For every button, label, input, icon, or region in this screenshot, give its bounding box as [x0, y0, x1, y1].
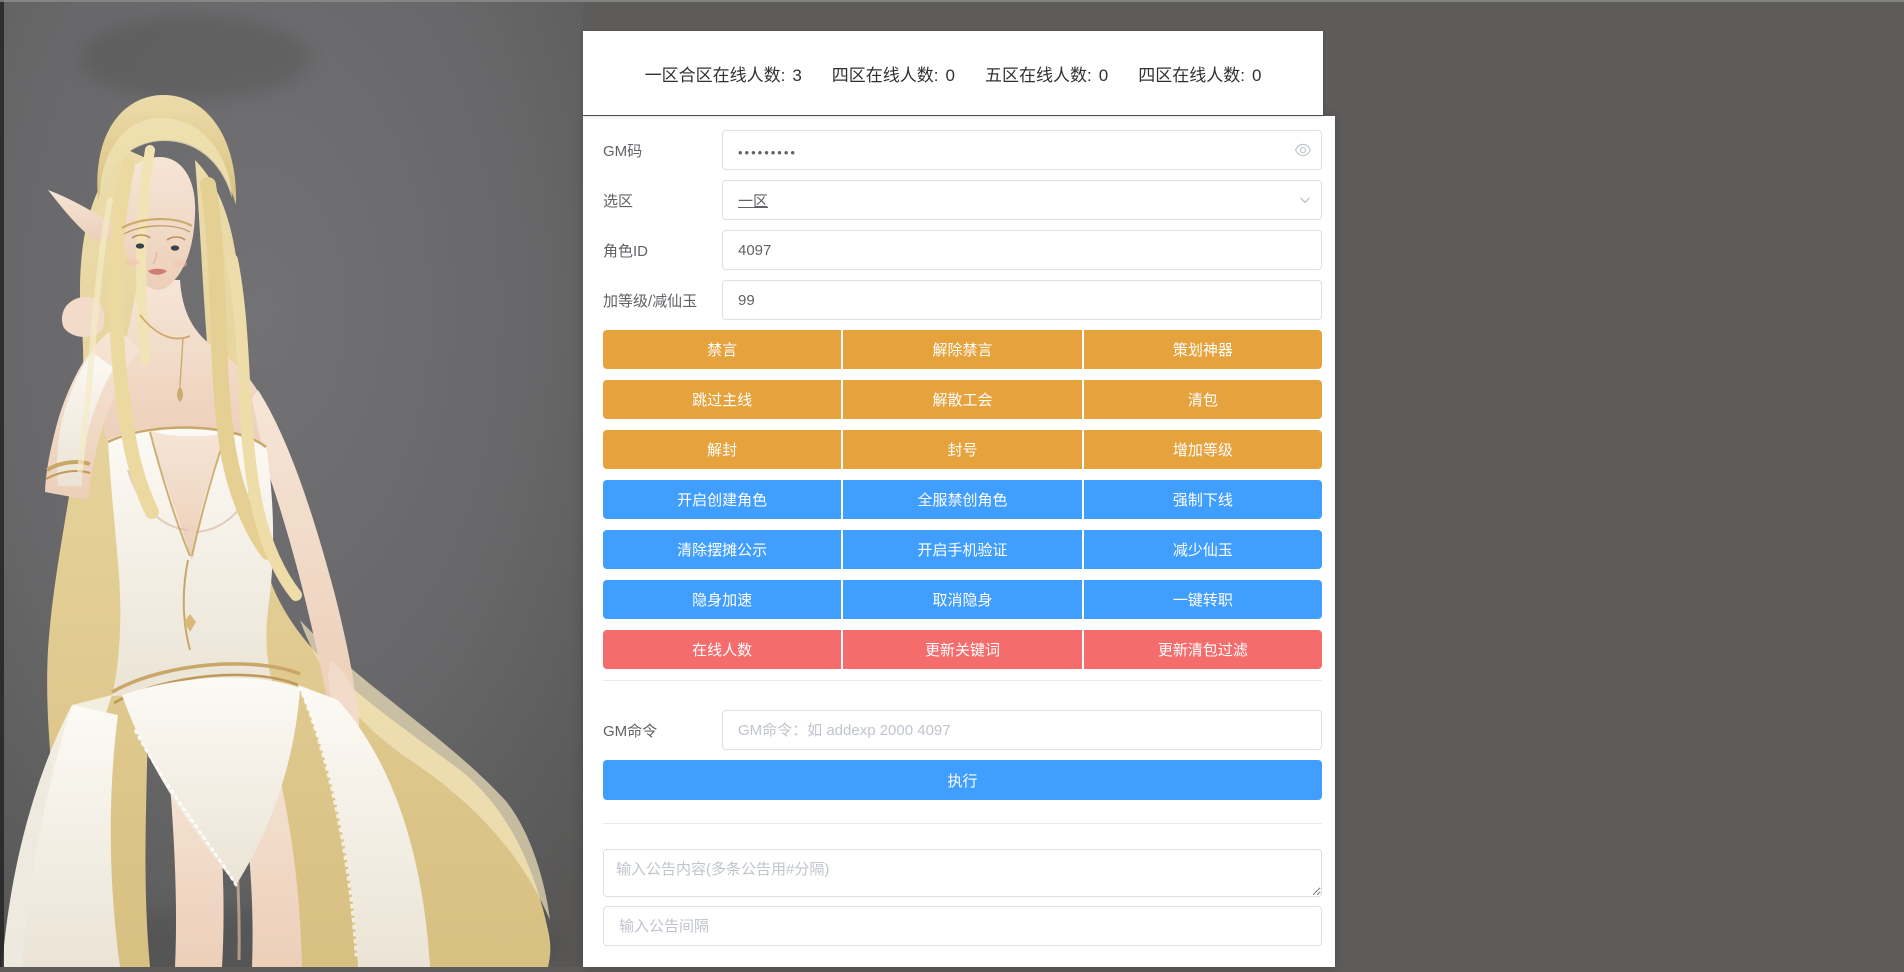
role-id-label: 角色ID	[603, 240, 722, 261]
gm-command-label: GM命令	[603, 720, 722, 741]
stat-value: 0	[946, 66, 955, 86]
unmute-button[interactable]: 解除禁言	[843, 330, 1081, 369]
add-level-button[interactable]: 增加等级	[1084, 430, 1322, 469]
gm-command-row: GM命令	[603, 710, 1322, 750]
action-button-row: 在线人数 更新关键词 更新清包过滤	[603, 630, 1322, 669]
reduce-jade-button[interactable]: 减少仙玉	[1084, 530, 1322, 569]
gm-code-label: GM码	[603, 140, 722, 161]
designer-tool-button[interactable]: 策划神器	[1084, 330, 1322, 369]
section-divider	[603, 680, 1322, 681]
cancel-stealth-button[interactable]: 取消隐身	[843, 580, 1081, 619]
forbid-create-role-button[interactable]: 全服禁创角色	[843, 480, 1081, 519]
stat-value: 3	[792, 66, 801, 86]
online-count-stat: 四区在线人数: 0	[1138, 61, 1261, 86]
role-id-input[interactable]	[722, 230, 1322, 270]
unban-button[interactable]: 解封	[603, 430, 841, 469]
clear-bag-button[interactable]: 清包	[1084, 380, 1322, 419]
one-key-job-change-button[interactable]: 一键转职	[1084, 580, 1322, 619]
action-button-row: 禁言 解除禁言 策划神器	[603, 330, 1322, 369]
level-jade-input[interactable]	[722, 280, 1322, 320]
section-divider	[603, 823, 1322, 824]
clear-stall-notice-button[interactable]: 清除摆摊公示	[603, 530, 841, 569]
ban-button[interactable]: 封号	[843, 430, 1081, 469]
online-count-stat: 一区合区在线人数: 3	[645, 61, 802, 86]
online-stats-bar: 一区合区在线人数: 3 四区在线人数: 0 五区在线人数: 0 四区在线人数: …	[583, 31, 1323, 115]
stat-label: 一区合区在线人数:	[645, 61, 786, 86]
stat-label: 五区在线人数:	[985, 61, 1092, 86]
action-button-row: 跳过主线 解散工会 清包	[603, 380, 1322, 419]
server-select-row: 选区 一区	[603, 180, 1322, 220]
action-button-row: 开启创建角色 全服禁创角色 强制下线	[603, 480, 1322, 519]
gm-code-row: GM码	[603, 130, 1322, 170]
server-select[interactable]: 一区	[722, 180, 1322, 220]
online-count-button[interactable]: 在线人数	[603, 630, 841, 669]
action-button-row: 隐身加速 取消隐身 一键转职	[603, 580, 1322, 619]
stat-label: 四区在线人数:	[832, 61, 939, 86]
level-jade-label: 加等级/减仙玉	[603, 290, 722, 311]
mute-button[interactable]: 禁言	[603, 330, 841, 369]
role-id-row: 角色ID	[603, 230, 1322, 270]
action-button-row: 解封 封号 增加等级	[603, 430, 1322, 469]
level-jade-row: 加等级/减仙玉	[603, 280, 1322, 320]
online-count-stat: 五区在线人数: 0	[985, 61, 1108, 86]
enable-phone-verify-button[interactable]: 开启手机验证	[843, 530, 1081, 569]
character-art	[0, 0, 583, 967]
stat-value: 0	[1099, 66, 1108, 86]
gm-command-input[interactable]	[722, 710, 1322, 750]
server-select-label: 选区	[603, 190, 722, 211]
server-select-value: 一区	[738, 190, 768, 211]
gm-code-input[interactable]	[722, 130, 1322, 170]
action-button-row: 清除摆摊公示 开启手机验证 减少仙玉	[603, 530, 1322, 569]
eye-icon[interactable]	[1294, 130, 1312, 170]
announcement-content-textarea[interactable]	[603, 849, 1322, 897]
chevron-down-icon[interactable]	[1298, 180, 1312, 220]
update-keywords-button[interactable]: 更新关键词	[843, 630, 1081, 669]
skip-mainline-button[interactable]: 跳过主线	[603, 380, 841, 419]
elf-character-illustration	[0, 0, 583, 967]
enable-create-role-button[interactable]: 开启创建角色	[603, 480, 841, 519]
stat-value: 0	[1252, 66, 1261, 86]
force-offline-button[interactable]: 强制下线	[1084, 480, 1322, 519]
execute-button[interactable]: 执行	[603, 760, 1322, 800]
stat-label: 四区在线人数:	[1138, 61, 1245, 86]
stealth-speed-button[interactable]: 隐身加速	[603, 580, 841, 619]
disband-guild-button[interactable]: 解散工会	[843, 380, 1081, 419]
online-count-stat: 四区在线人数: 0	[832, 61, 955, 86]
gm-panel-card: GM码 选区 一区 角色ID	[583, 116, 1335, 967]
update-clearbag-filter-button[interactable]: 更新清包过滤	[1084, 630, 1322, 669]
announcement-interval-input[interactable]	[603, 906, 1322, 946]
top-edge-highlight	[0, 0, 1904, 2]
